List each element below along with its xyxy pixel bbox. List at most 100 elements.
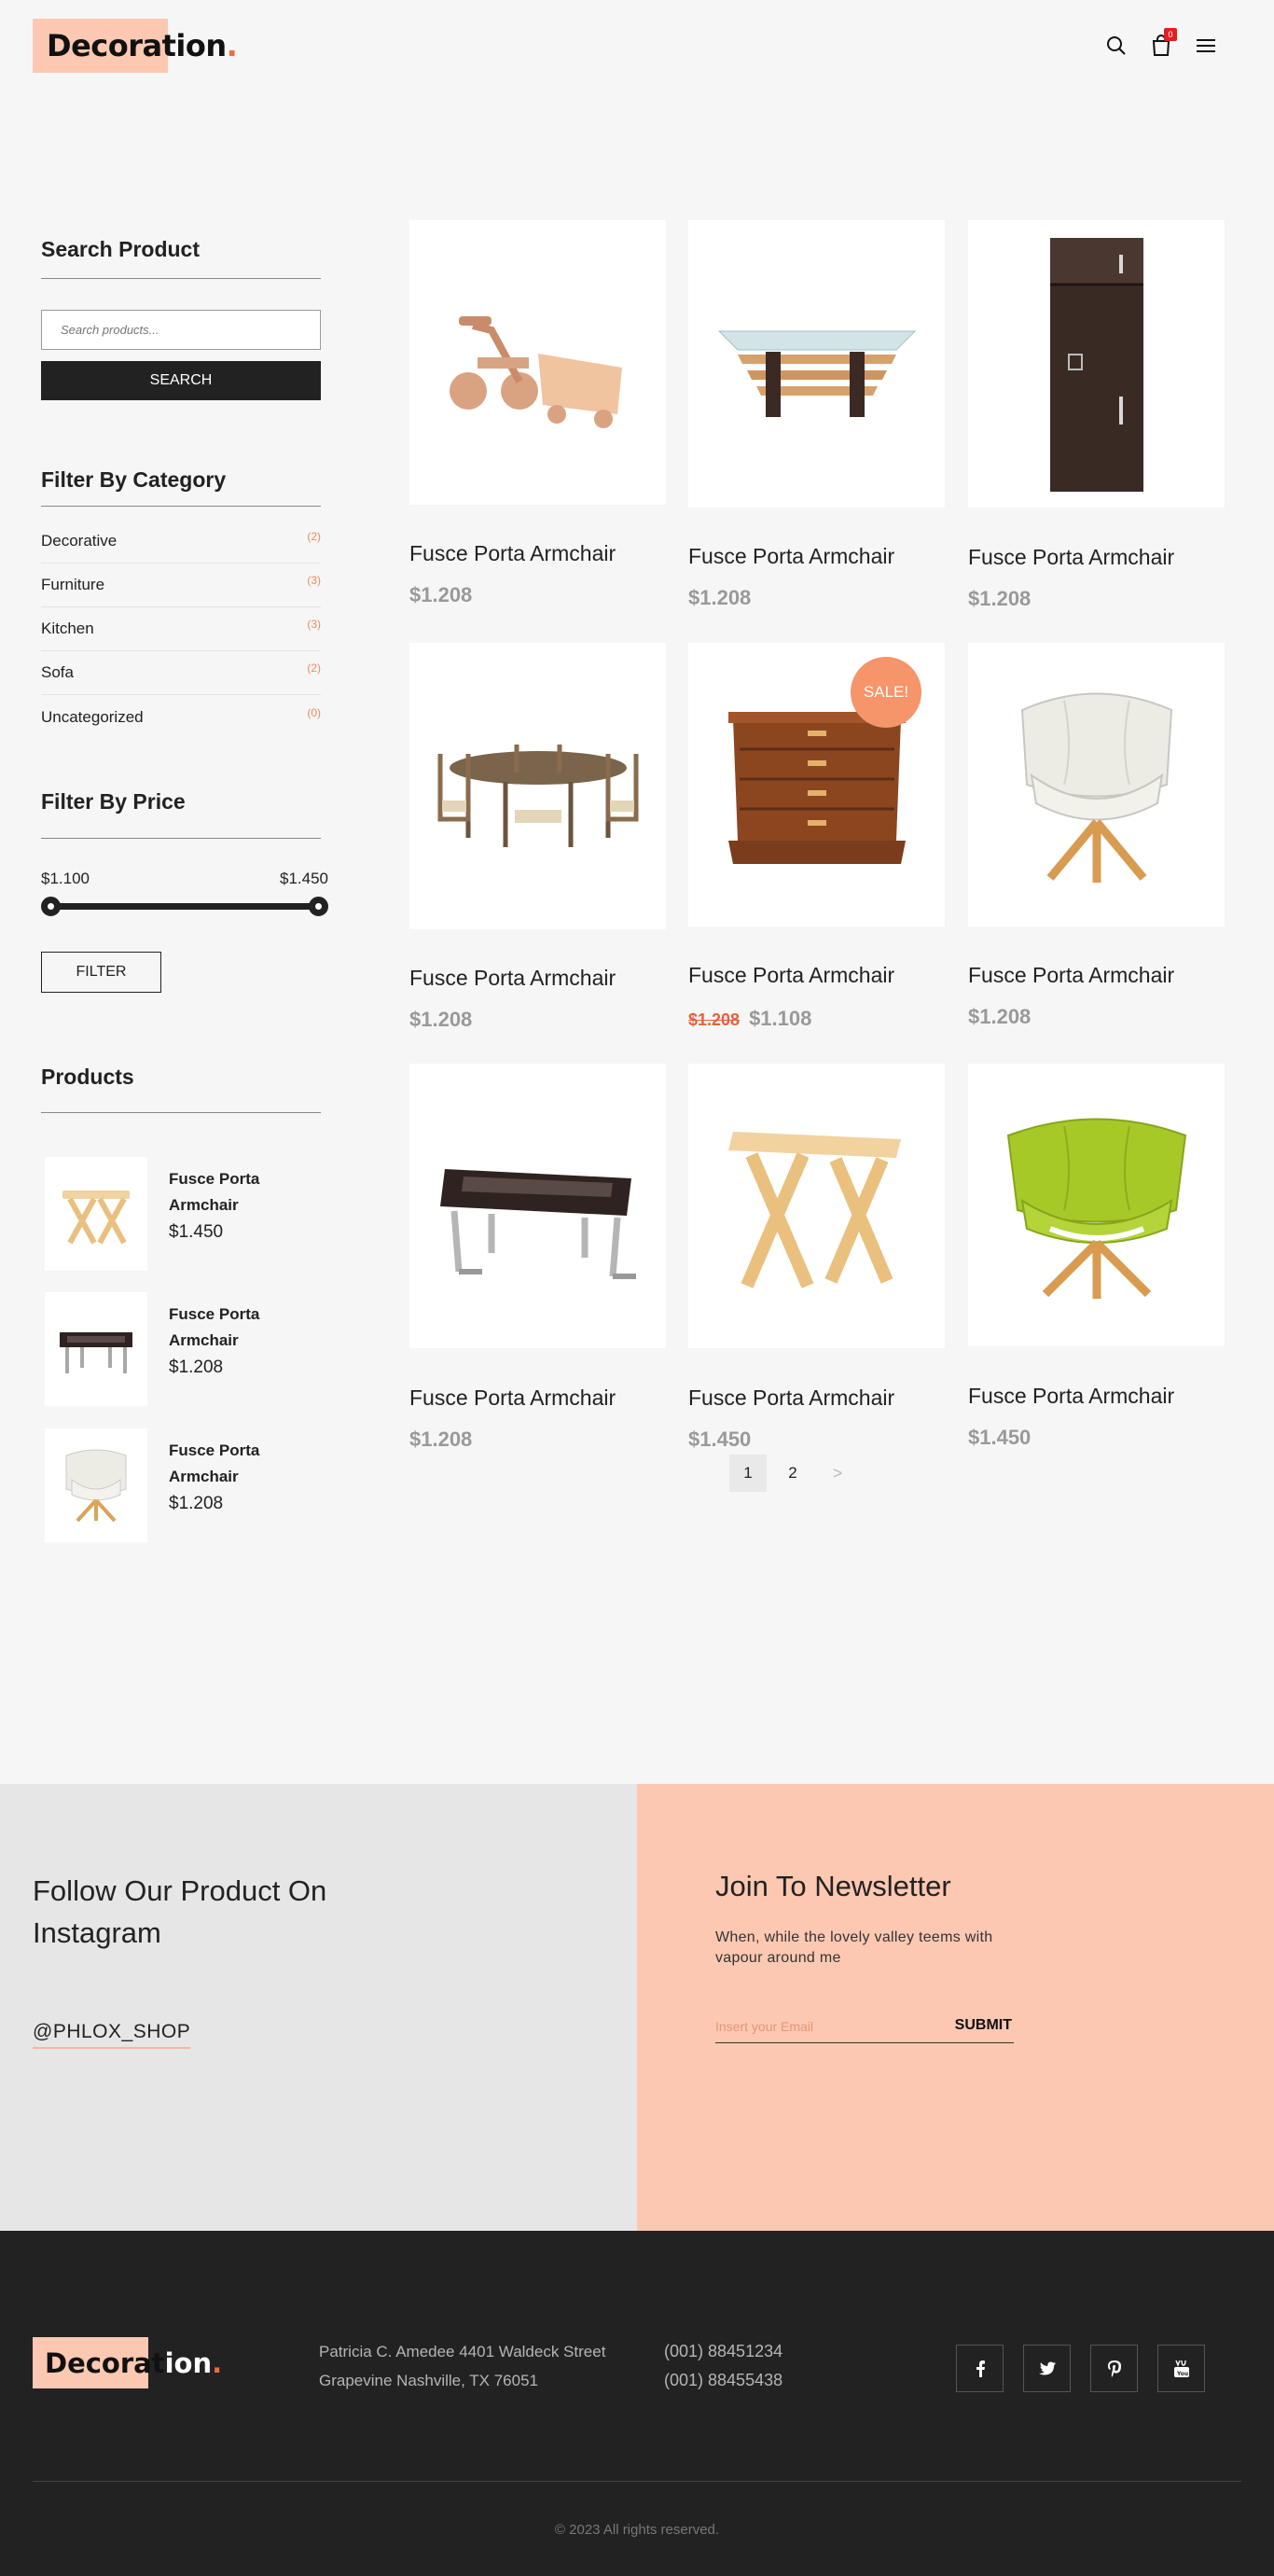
header-icons: 0 [1104,28,1218,58]
product-name[interactable]: Fusce Porta Armchair [169,1166,309,1218]
cart-count-badge: 0 [1164,28,1177,41]
product-old-price: $1.208 [688,1010,741,1029]
category-count: (3) [307,574,321,587]
foosball-table-icon[interactable] [45,1292,147,1406]
divider [41,838,321,839]
product-card[interactable]: Fusce Porta Armchair $1.450 [688,1064,945,1455]
category-label: Uncategorized [41,707,144,726]
instagram-handle-link[interactable]: @PHLOX_SHOP [33,2021,191,2049]
pagination: 1 2 > [729,1455,856,1492]
product-price: $1.208 [169,1494,224,1513]
site-logo[interactable]: Decoration. [33,19,238,73]
footer-divider [33,2481,1241,2482]
category-item-furniture[interactable]: Furniture (3) [41,564,321,607]
newsletter-section: Join To Newsletter When, while the lovel… [637,1784,1274,2231]
green-armchair-icon[interactable] [968,1064,1225,1346]
white-armchair-icon[interactable] [45,1428,147,1542]
wooden-table-icon[interactable] [688,1064,945,1348]
next-page-icon[interactable]: > [819,1455,856,1492]
product-price: $1.450 [169,1222,224,1242]
email-field[interactable]: Insert your Email [715,2019,813,2034]
product-price: $1.208 [968,587,1032,610]
product-price: $1.208 [409,1008,473,1031]
toy-tricycle-icon[interactable] [409,220,666,505]
page-2-button[interactable]: 2 [774,1455,811,1492]
product-title[interactable]: Fusce Porta Armchair [409,1385,616,1411]
product-title[interactable]: Fusce Porta Armchair [409,966,616,991]
dining-set-icon[interactable] [409,643,666,929]
address-line: Grapevine Nashville, TX 76051 [319,2372,538,2389]
product-price: $1.450 [968,1426,1032,1449]
product-price: $1.208 $1.108 [688,1007,811,1031]
product-title[interactable]: Fusce Porta Armchair [968,545,1174,570]
glass-table-icon[interactable] [688,220,945,508]
product-card[interactable]: Fusce Porta Armchair $1.208 [968,643,1225,1035]
divider [41,506,321,507]
submit-button[interactable]: SUBMIT [955,2017,1012,2034]
price-widget-title: Filter By Price [41,789,186,814]
footer-logo[interactable]: Decoration. [33,2337,222,2388]
logo-text: Decoration. [47,28,238,63]
product-price: $1.450 [688,1427,752,1451]
sidebar-product[interactable]: Fusce Porta Armchair $1.208 [45,1428,325,1542]
search-input[interactable] [41,310,321,350]
white-armchair-icon[interactable] [968,643,1225,926]
search-icon[interactable] [1104,34,1129,58]
twitter-icon[interactable] [1023,2345,1071,2392]
product-title[interactable]: Fusce Porta Armchair [409,541,616,566]
product-title[interactable]: Fusce Porta Armchair [688,1385,894,1411]
category-item-sofa[interactable]: Sofa (2) [41,651,321,695]
category-label: Sofa [41,663,74,681]
social-links: You [956,2345,1205,2392]
price-slider-min-handle[interactable] [41,897,61,916]
category-count: (3) [307,618,321,631]
phone-number[interactable]: (001) 88451234 [664,2337,782,2366]
product-card[interactable]: Fusce Porta Armchair $1.208 [409,643,666,1035]
category-label: Decorative [41,532,118,550]
dark-wardrobe-icon[interactable] [968,220,1225,508]
sale-badge: SALE! [851,657,921,728]
sidebar-product[interactable]: Fusce Porta Armchair $1.450 [45,1157,325,1271]
footer-phones: (001) 88451234 (001) 88455438 [664,2337,782,2395]
facebook-icon[interactable] [956,2345,1004,2392]
youtube-icon[interactable]: You [1157,2345,1205,2392]
menu-icon[interactable] [1194,34,1218,58]
product-title[interactable]: Fusce Porta Armchair [968,963,1174,988]
foosball-table-icon[interactable] [409,1064,666,1348]
product-name[interactable]: Fusce Porta Armchair [169,1302,309,1354]
search-widget-title: Search Product [41,237,200,261]
filter-button[interactable]: FILTER [41,952,161,993]
product-card[interactable]: SALE! Fusce Porta Armchair $1.208 $1.108 [688,643,945,1035]
divider [41,1112,321,1113]
product-card[interactable]: Fusce Porta Armchair $1.208 [688,220,945,612]
instagram-heading: Follow Our Product On Instagram [33,1874,327,1949]
product-name[interactable]: Fusce Porta Armchair [169,1438,309,1490]
category-item-uncategorized[interactable]: Uncategorized (0) [41,695,321,739]
svg-text:You: You [1176,2371,1188,2377]
divider [41,278,321,279]
pinterest-icon[interactable] [1090,2345,1138,2392]
category-item-kitchen[interactable]: Kitchen (3) [41,607,321,651]
price-slider-track[interactable] [51,903,319,910]
page-1-button[interactable]: 1 [729,1455,767,1492]
product-card[interactable]: Fusce Porta Armchair $1.450 [968,1064,1225,1455]
product-title[interactable]: Fusce Porta Armchair [688,544,894,569]
phone-number[interactable]: (001) 88455438 [664,2366,782,2395]
footer-address: Patricia C. Amedee 4401 Waldeck Street G… [319,2337,605,2395]
price-min-label: $1.100 [41,870,90,887]
product-title[interactable]: Fusce Porta Armchair [968,1384,1174,1409]
category-widget-title: Filter By Category [41,467,227,492]
category-item-decorative[interactable]: Decorative (2) [41,520,321,564]
cart-icon[interactable]: 0 [1149,28,1177,58]
price-slider-max-handle[interactable] [309,897,328,916]
category-count: (2) [307,661,321,675]
search-button[interactable]: SEARCH [41,361,321,400]
product-card[interactable]: Fusce Porta Armchair $1.208 [968,220,1225,612]
product-card[interactable]: Fusce Porta Armchair $1.208 [409,1064,666,1455]
product-title[interactable]: Fusce Porta Armchair [688,963,894,988]
product-price: $1.208 [968,1005,1032,1028]
wooden-table-icon[interactable] [45,1157,147,1271]
sidebar-product[interactable]: Fusce Porta Armchair $1.208 [45,1292,325,1406]
logo-text: Decoration. [45,2346,223,2379]
product-card[interactable]: Fusce Porta Armchair $1.208 [409,220,666,612]
